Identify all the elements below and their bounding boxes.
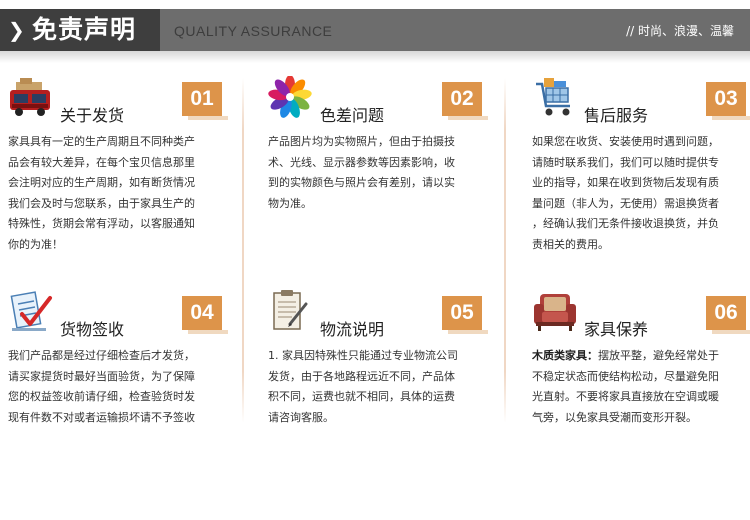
text-line: 您的权益签收前请仔细，检查验货时发 (8, 390, 195, 403)
panel-text: 木质类家具：摆放平整，避免经常处于 不稳定状态而使结构松动，尽量避免阳 光直射。… (532, 346, 750, 428)
header-subtitle: QUALITY ASSURANCE (174, 23, 333, 39)
armchair-icon (534, 294, 576, 331)
text-line: 你的为准！ (8, 237, 63, 251)
text-line: 积不同，运费也就不相同，具体的运费 (268, 390, 455, 403)
column-divider (504, 78, 506, 423)
text-line: 气旁，以免家具受潮而变形开裂。 (532, 410, 697, 424)
page-title: 免责声明 (32, 15, 137, 44)
panel-title: 货物签收 (60, 320, 125, 339)
text-line: 物为准。 (268, 196, 312, 210)
header-shadow (0, 51, 750, 63)
panel-text: 产品图片均为实物照片，但由于拍摄技 术、光线、显示器参数等因素影响，收 到的实物… (268, 132, 488, 214)
panel-title: 关于发货 (60, 106, 125, 125)
text-line: 如果您在收货、安装使用时遇到问题， (532, 135, 719, 148)
text-line: 请咨询客服。 (268, 410, 334, 424)
number-badge: 02 (442, 82, 488, 120)
panel-text: 1. 家具因特殊性只能通过专业物流公司 发货，由于各地路程远近不同，产品体 积不… (268, 346, 488, 428)
text-line: 术、光线、显示器参数等因素影响，收 (268, 155, 455, 169)
column-divider (242, 78, 244, 423)
number-badge: 05 (442, 296, 488, 334)
panel-title: 物流说明 (320, 320, 385, 339)
panel-text: 家具具有一定的生产周期且不同种类产 品会有较大差异，在每个宝贝信息那里 会注明对… (8, 132, 228, 255)
panel-title: 色差问题 (320, 106, 385, 125)
text-line: 家具具有一定的生产周期且不同种类产 (8, 135, 195, 148)
chevron-right-icon: ❯ (8, 18, 25, 42)
delivery-truck-icon (10, 78, 50, 116)
text-line: 业的指导，如果在收到货物后发现有质 (532, 176, 719, 189)
text-line: 光直射。不要将家具直接放在空调或暖 (532, 390, 719, 403)
shopping-cart-icon (536, 78, 570, 116)
text-line: 量问题（非人为，无使用）需退换货者 (532, 196, 719, 210)
text-line: 特殊性，货期会常有浮动，以客服通知 (8, 217, 195, 230)
text-line: 责相关的费用。 (532, 237, 609, 251)
number-badge: 06 (706, 296, 750, 334)
panel-text: 如果您在收货、安装使用时遇到问题， 请随时联系我们，我们可以随时提供专 业的指导… (532, 132, 750, 255)
text-line: 我们会及时与您联系，由于家具生产的 (8, 196, 195, 210)
header-slogan: // 时尚、浪漫、温馨 (626, 24, 734, 38)
text-line: 现有件数不对或者运输损坏请不予签收 (8, 410, 195, 424)
text-span: 摆放平整，避免经常处于 (598, 349, 719, 362)
text-line: 请买家提货时最好当面验货，为了保障 (8, 369, 195, 383)
text-lead: 木质类家具： (532, 349, 598, 362)
panel-text: 我们产品都是经过仔细检查后才发货， 请买家提货时最好当面验货，为了保障 您的权益… (8, 346, 228, 428)
text-line: 1. 家具因特殊性只能通过专业物流公司 (268, 349, 458, 362)
text-line: 不稳定状态而使结构松动，尽量避免阳 (532, 369, 719, 383)
text-line: ，经确认我们无条件接收退换货，并负 (532, 217, 719, 230)
checklist-icon (10, 291, 52, 331)
text-line: 我们产品都是经过仔细检查后才发货， (8, 349, 195, 362)
panel-title: 家具保养 (584, 320, 649, 339)
text-line: 发货，由于各地路程远近不同，产品体 (268, 369, 455, 383)
panel-title: 售后服务 (584, 106, 649, 125)
color-palette-icon (268, 76, 312, 118)
text-line: 会注明对应的生产周期，如有断货情况 (8, 176, 195, 189)
number-badge: 03 (706, 82, 750, 120)
text-line: 木质类家具：摆放平整，避免经常处于 (532, 346, 750, 367)
clipboard-icon (273, 290, 308, 330)
text-line: 到的实物颜色与照片会有差别，请以实 (268, 176, 455, 189)
text-line: 品会有较大差异，在每个宝贝信息那里 (8, 155, 195, 169)
text-line: 产品图片均为实物照片，但由于拍摄技 (268, 135, 455, 148)
number-badge: 01 (182, 82, 228, 120)
text-line: 请随时联系我们，我们可以随时提供专 (532, 155, 719, 169)
number-badge: 04 (182, 296, 228, 334)
